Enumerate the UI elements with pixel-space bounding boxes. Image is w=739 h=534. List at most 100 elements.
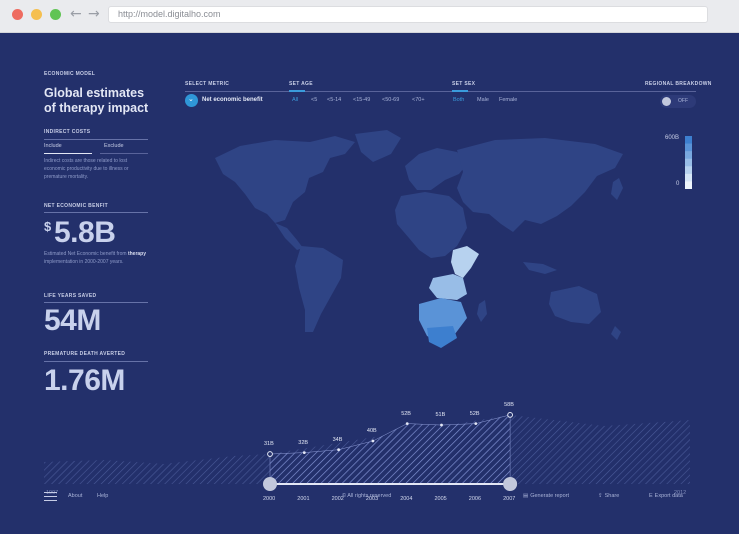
region-central-east-africa[interactable] [429, 274, 467, 300]
timeline-point[interactable] [405, 422, 409, 425]
divider [44, 302, 148, 303]
age-option-50-69[interactable]: <50-69 [382, 97, 399, 103]
age-option-under5[interactable]: <5 [311, 97, 317, 103]
forward-arrow-icon[interactable]: → [88, 6, 100, 22]
timeline-value-label: 52B [469, 410, 480, 417]
legend-max-label: 600B [665, 135, 680, 141]
net-benefit-desc-pre: Estimated Net Economic benefit from [44, 251, 127, 257]
metric-dropdown-value[interactable]: Net economic benefit [202, 97, 263, 103]
legend-swatch [685, 173, 692, 182]
south-america[interactable] [295, 246, 343, 332]
help-link[interactable]: Help [97, 493, 108, 499]
sex-section-indicator [452, 90, 468, 92]
age-option-5-14[interactable]: <5-14 [327, 97, 341, 103]
sex-option-male[interactable]: Male [477, 97, 489, 103]
sex-option-female[interactable]: Female [499, 97, 517, 103]
timeline-year-label[interactable]: 2000 [263, 496, 275, 502]
timeline-year-label[interactable]: 2004 [400, 496, 412, 502]
madagascar[interactable] [477, 300, 487, 322]
set-sex-label: SET SEX [452, 81, 476, 87]
timeline-year-label[interactable]: 2005 [435, 496, 447, 502]
generate-report-button[interactable]: ▤ Generate report [523, 493, 569, 499]
age-option-70plus[interactable]: <70+ [412, 97, 425, 103]
include-selected-indicator [44, 153, 92, 154]
europe[interactable] [405, 148, 467, 190]
timeline-point[interactable] [267, 451, 273, 457]
japan[interactable] [611, 178, 623, 200]
sex-option-both[interactable]: Both [453, 97, 464, 103]
regional-breakdown-toggle[interactable]: OFF [660, 95, 696, 108]
timeline-point[interactable] [440, 423, 443, 427]
include-option[interactable]: Include [44, 143, 62, 149]
age-option-all[interactable]: All [292, 97, 298, 103]
timeline[interactable]: 1997 2012 31B 2000 32B 2001 34B 2002 40B 2003 52… [44, 378, 690, 502]
maximize-window-button[interactable] [50, 9, 61, 20]
new-zealand[interactable] [611, 326, 621, 340]
url-text: http://model.digitalho.com [118, 9, 221, 19]
life-years-value: 54M [44, 304, 101, 337]
regional-breakdown-label: REGIONAL BREAKDOWN [645, 81, 712, 87]
indirect-costs-description: Indirect costs are those related to lost… [44, 158, 129, 180]
select-metric-label: SELECT METRIC [185, 81, 230, 87]
set-age-label: SET AGE [289, 81, 313, 87]
greenland[interactable] [355, 130, 401, 162]
world-map[interactable] [205, 128, 645, 378]
chevron-down-icon: ⌄ [188, 95, 194, 103]
divider [44, 212, 148, 213]
legend-color-scale [685, 136, 692, 189]
back-arrow-icon[interactable]: ← [70, 6, 82, 22]
timeline-point[interactable] [507, 412, 514, 418]
premature-death-label: PREMATURE DEATH AVERTED [44, 351, 126, 357]
divider [44, 139, 148, 140]
copyright-text: © All rights reserved [342, 493, 392, 499]
timeline-year-label[interactable]: 2006 [469, 496, 481, 502]
timeline-point[interactable] [337, 448, 340, 452]
north-america[interactable] [215, 136, 355, 223]
timeline-value-label: 51B [435, 412, 446, 419]
share-button[interactable]: ⇪ Share [598, 493, 619, 499]
timeline-point[interactable] [371, 439, 375, 443]
share-label: Share [604, 493, 620, 499]
indirect-costs-label: INDIRECT COSTS [44, 129, 91, 135]
asia[interactable] [457, 138, 623, 232]
legend-swatch [685, 143, 692, 152]
toggle-knob [662, 97, 671, 106]
currency-symbol: $ [44, 219, 52, 234]
timeline-value-label: 52B [401, 410, 411, 417]
region-south-africa[interactable] [427, 326, 457, 348]
exclude-option[interactable]: Exclude [104, 143, 124, 149]
export-data-button[interactable]: E Export data [649, 493, 683, 499]
net-benefit-label: NET ECONOMIC BENFIT [44, 203, 109, 209]
range-end-handle[interactable] [503, 477, 518, 491]
legend-swatch [685, 158, 692, 167]
highlighted-regions [419, 246, 479, 348]
timeline-year-label[interactable]: 2007 [503, 496, 515, 502]
minimize-window-button[interactable] [31, 9, 42, 20]
timeline-value-label: 32B [298, 439, 309, 446]
metric-dropdown-button[interactable]: ⌄ [185, 94, 198, 107]
timeline-area [44, 414, 690, 485]
legend-swatch [685, 151, 692, 160]
region-east-africa[interactable] [451, 246, 479, 278]
share-icon: ⇪ [598, 493, 603, 499]
net-benefit-desc-bold: therapy [127, 251, 146, 257]
range-start-handle[interactable] [263, 477, 277, 491]
timeline-value-label: 34B [332, 436, 343, 443]
indonesia[interactable] [523, 262, 557, 274]
close-window-button[interactable] [12, 9, 23, 20]
timeline-value-label: 58B [504, 401, 514, 408]
page-title: Global estimates of therapy impact [44, 86, 149, 115]
timeline-chart[interactable] [44, 378, 690, 498]
africa-north[interactable] [395, 192, 467, 258]
australia[interactable] [549, 286, 601, 324]
menu-icon[interactable] [44, 492, 57, 501]
central-america[interactable] [275, 223, 303, 250]
net-benefit-value: 5.8B [54, 216, 116, 249]
timeline-point[interactable] [474, 422, 478, 425]
age-option-15-49[interactable]: <15-49 [353, 97, 370, 103]
timeline-year-label[interactable]: 2001 [297, 496, 309, 502]
timeline-point[interactable] [302, 451, 306, 454]
legend-swatch [685, 136, 692, 145]
address-bar[interactable]: http://model.digitalho.com [108, 6, 708, 23]
about-link[interactable]: About [68, 493, 82, 499]
